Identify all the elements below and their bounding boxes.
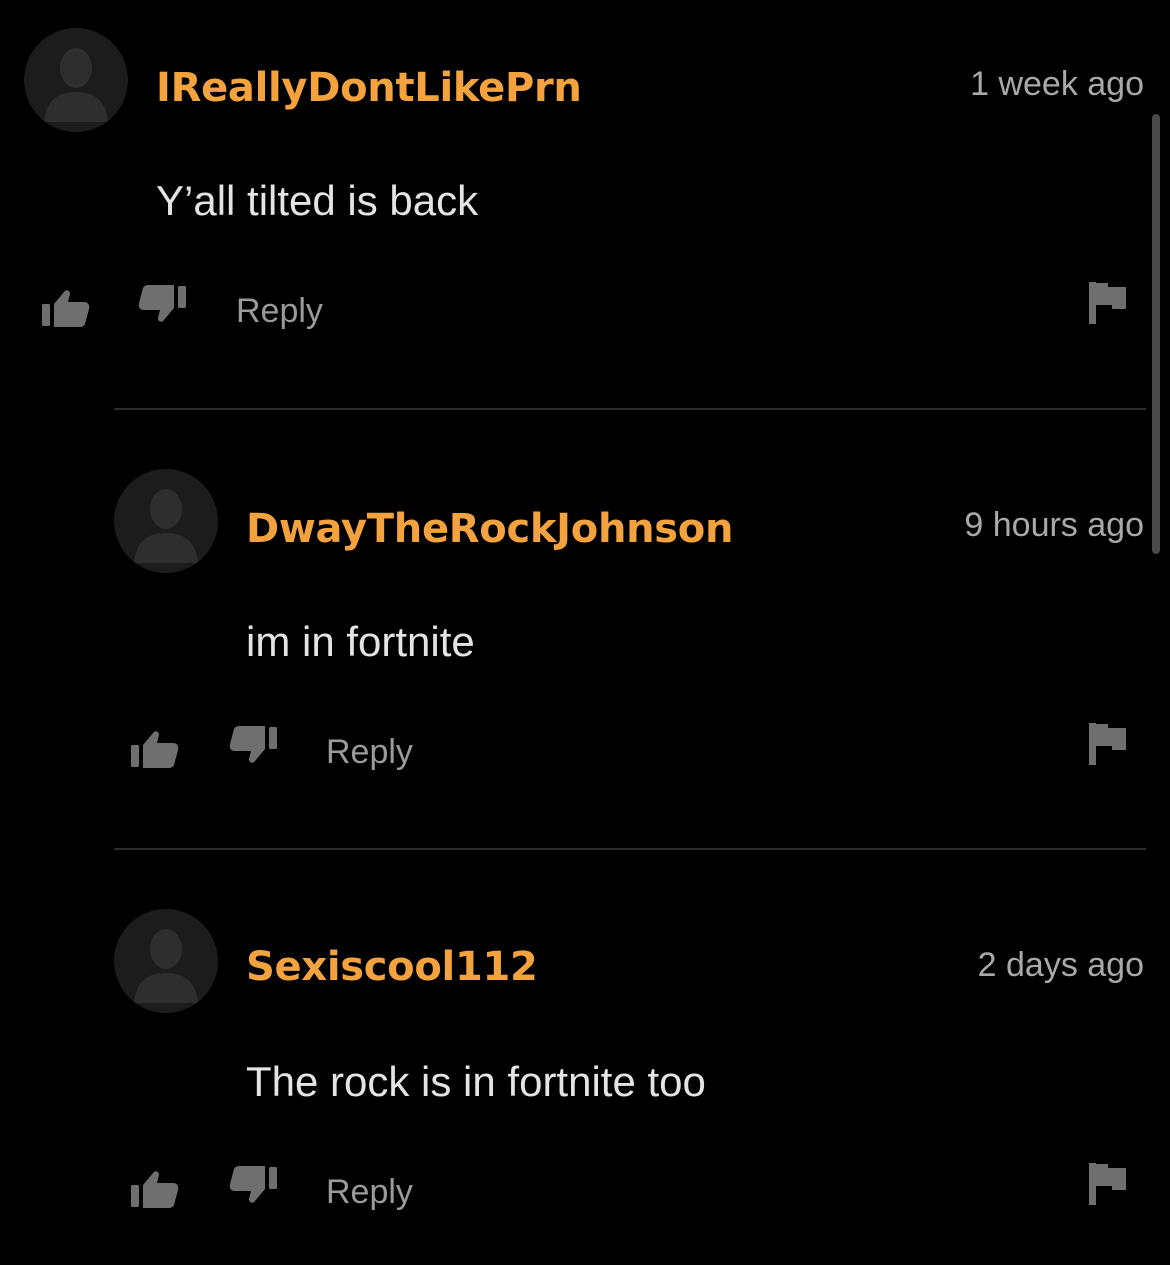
thumbs-down-icon [138, 285, 186, 322]
comment-timestamp: 1 week ago [970, 65, 1144, 103]
reply-button[interactable]: Reply [236, 294, 323, 328]
flag-button[interactable] [1084, 276, 1140, 332]
reply-button[interactable]: Reply [326, 1175, 413, 1209]
comment-reply: Sexiscool112 2 days ago The rock is in f… [0, 850, 1170, 1265]
flag-icon [1089, 723, 1126, 765]
comment-timestamp: 2 days ago [977, 946, 1144, 984]
like-button[interactable] [127, 1161, 183, 1217]
thumbs-down-icon [229, 1166, 277, 1203]
scrollbar[interactable] [1152, 114, 1160, 554]
reply-button[interactable]: Reply [326, 735, 413, 769]
thumbs-up-icon [42, 290, 90, 327]
default-avatar-icon [114, 469, 218, 573]
comment-timestamp: 9 hours ago [964, 506, 1144, 544]
comment: IReallyDontLikePrn 1 week ago Y’all tilt… [0, 0, 1170, 410]
flag-button[interactable] [1084, 717, 1140, 773]
comment-text: The rock is in fortnite too [246, 1058, 706, 1105]
like-button[interactable] [38, 280, 94, 336]
avatar[interactable] [114, 469, 218, 573]
default-avatar-icon [114, 909, 218, 1013]
flag-button[interactable] [1084, 1157, 1140, 1213]
dislike-button[interactable] [225, 721, 281, 777]
flag-icon [1089, 1163, 1126, 1205]
thumbs-down-icon [229, 726, 277, 763]
dislike-button[interactable] [225, 1161, 281, 1217]
avatar[interactable] [114, 909, 218, 1013]
default-avatar-icon [24, 28, 128, 132]
dislike-button[interactable] [134, 280, 190, 336]
comment-username[interactable]: Sexiscool112 [246, 947, 538, 987]
comment-reply: DwayTheRockJohnson 9 hours ago im in for… [0, 410, 1170, 850]
like-button[interactable] [127, 721, 183, 777]
thumbs-up-icon [131, 1171, 179, 1208]
comment-text: im in fortnite [246, 618, 475, 665]
comment-username[interactable]: DwayTheRockJohnson [246, 509, 733, 549]
avatar[interactable] [24, 28, 128, 132]
thumbs-up-icon [131, 731, 179, 768]
comment-text: Y’all tilted is back [156, 177, 479, 224]
flag-icon [1089, 282, 1126, 324]
comment-username[interactable]: IReallyDontLikePrn [156, 68, 582, 108]
